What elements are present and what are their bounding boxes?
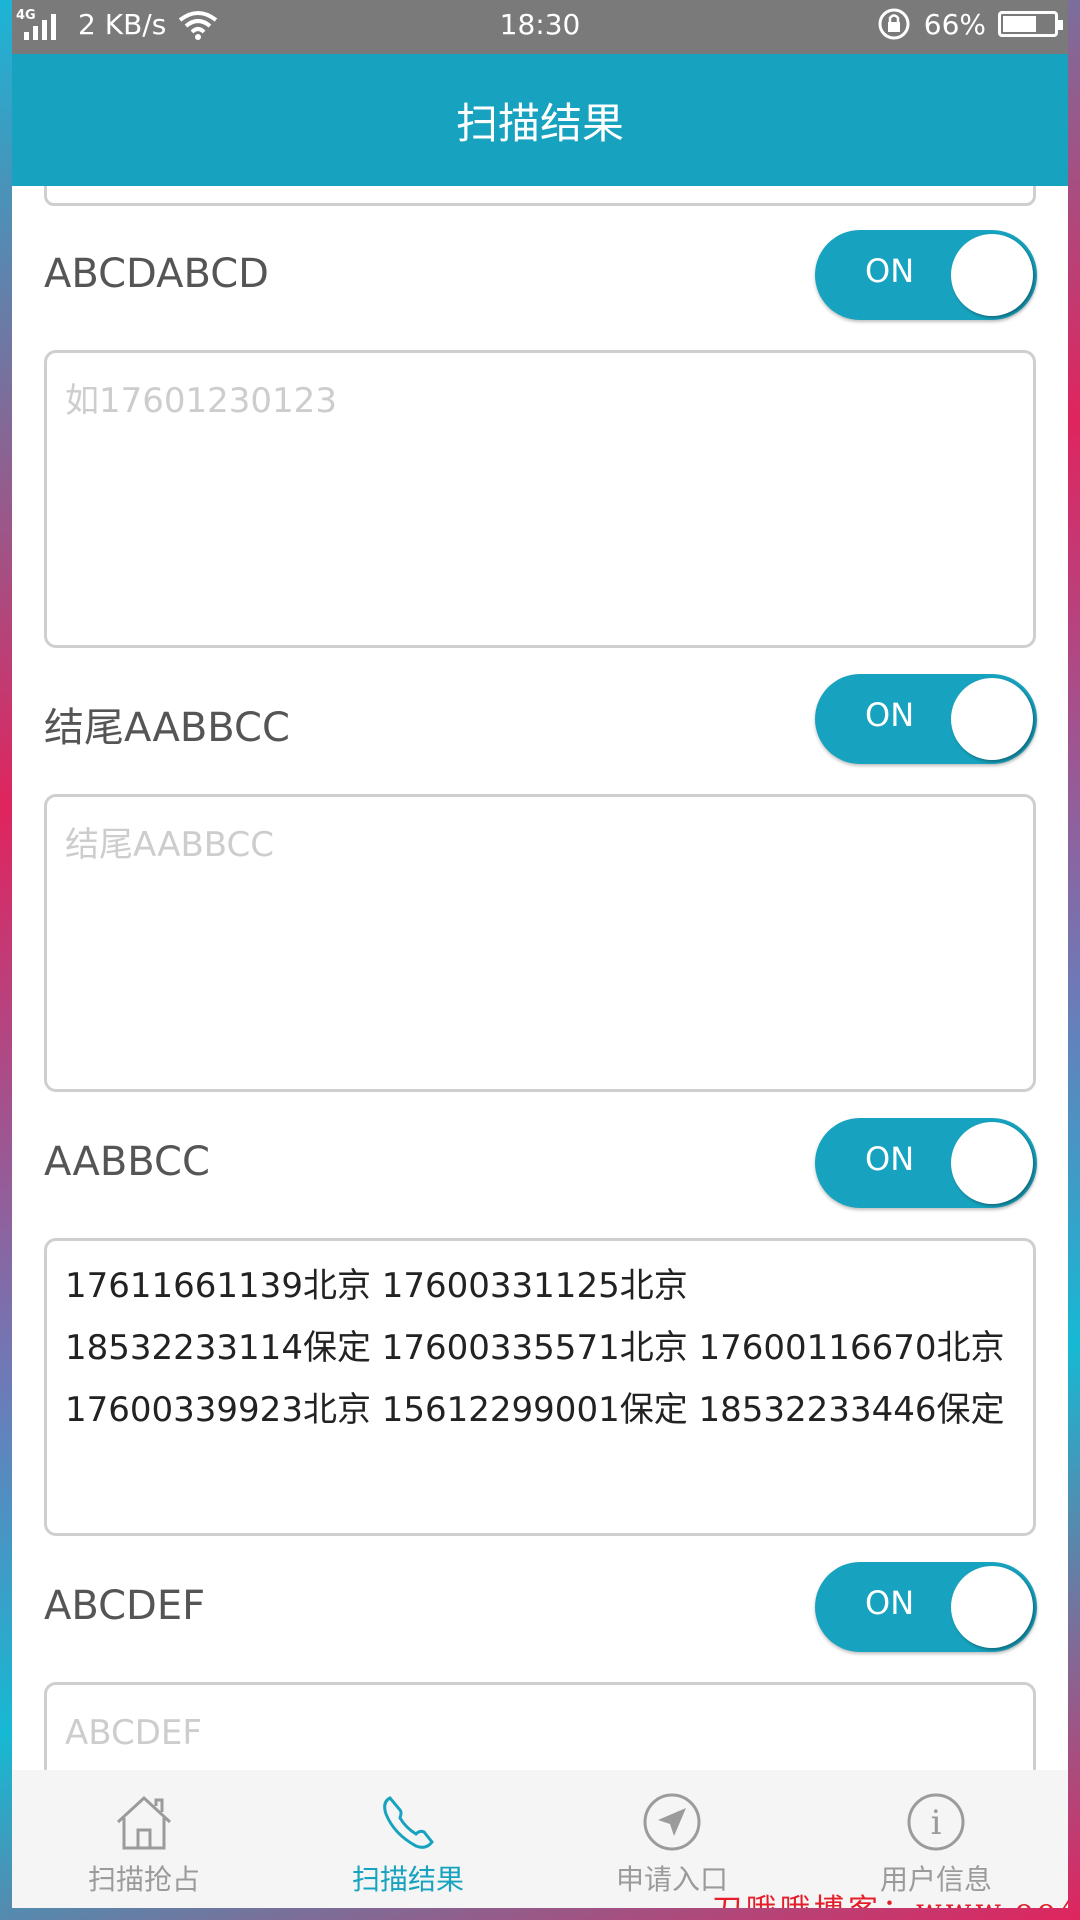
previous-textbox[interactable] [44,186,1036,206]
textbox-placeholder: ABCDEF [65,1713,202,1753]
toggle-state: ON [865,1584,915,1622]
toggle-state: ON [865,1140,915,1178]
phone-icon [383,1796,434,1849]
textbox-aabbcc[interactable]: 17611661139北京 17600331125北京 18532233114保… [44,1238,1036,1536]
page-title: 扫描结果 [455,98,624,148]
row-label-abcdabcd: ABCDABCD [44,251,269,297]
textbox-abcdabcd[interactable]: 如17601230123 [44,350,1036,648]
toggle-knob [951,678,1033,760]
toggle-ending-aabbcc[interactable]: ON [815,674,1037,764]
nav-item-scan-grab[interactable]: 扫描抢占 [12,1770,276,1908]
row-label-aabbcc: AABBCC [44,1139,210,1185]
phone-screen: 4G 2 KB/s 18:30 66% 扫描结果 ABCDABCD ON 如17… [12,0,1068,1908]
status-right: 66% [876,6,1063,42]
textbox-value-line: 17600339923北京 15612299001保定 18532233446保… [65,1390,1005,1430]
toggle-state: ON [865,252,915,290]
svg-text:i: i [931,1803,942,1843]
textbox-placeholder: 结尾AABBCC [65,825,274,865]
battery-icon [998,11,1063,37]
toggle-abcdef[interactable]: ON [815,1562,1037,1652]
toggle-knob [951,1566,1033,1648]
row-label-ending-aabbcc: 结尾AABBCC [44,705,290,751]
status-bar: 4G 2 KB/s 18:30 66% [12,0,1068,54]
rotation-lock-icon [878,8,910,40]
toggle-abcdabcd[interactable]: ON [815,230,1037,320]
navigation-arrow-icon [643,1793,701,1851]
textbox-abcdef[interactable]: ABCDEF [44,1682,1036,1770]
toggle-aabbcc[interactable]: ON [815,1118,1037,1208]
textbox-ending-aabbcc[interactable]: 结尾AABBCC [44,794,1036,1092]
toggle-knob [951,234,1033,316]
textbox-value-line: 18532233114保定 17600335571北京 17600116670北… [65,1328,1005,1368]
app-bar: 扫描结果 [12,54,1068,186]
row-label-abcdef: ABCDEF [44,1583,206,1629]
info-icon: i [907,1793,965,1851]
home-icon [116,1795,172,1850]
textbox-placeholder: 如17601230123 [65,381,337,421]
battery-percent: 66% [923,7,986,41]
scroll-content[interactable]: ABCDABCD ON 如17601230123 结尾AABBCC ON 结尾A… [12,186,1068,1770]
nav-label: 扫描抢占 [87,1863,200,1896]
toggle-state: ON [865,696,915,734]
textbox-value-line: 17611661139北京 17600331125北京 [65,1266,688,1306]
watermark: 刀哦哦博客：www.oo4m.com [712,1885,1068,1908]
nav-label: 扫描结果 [351,1863,464,1896]
battery-level [1003,16,1036,32]
nav-item-scan-results[interactable]: 扫描结果 [276,1770,540,1908]
toggle-knob [951,1122,1033,1204]
